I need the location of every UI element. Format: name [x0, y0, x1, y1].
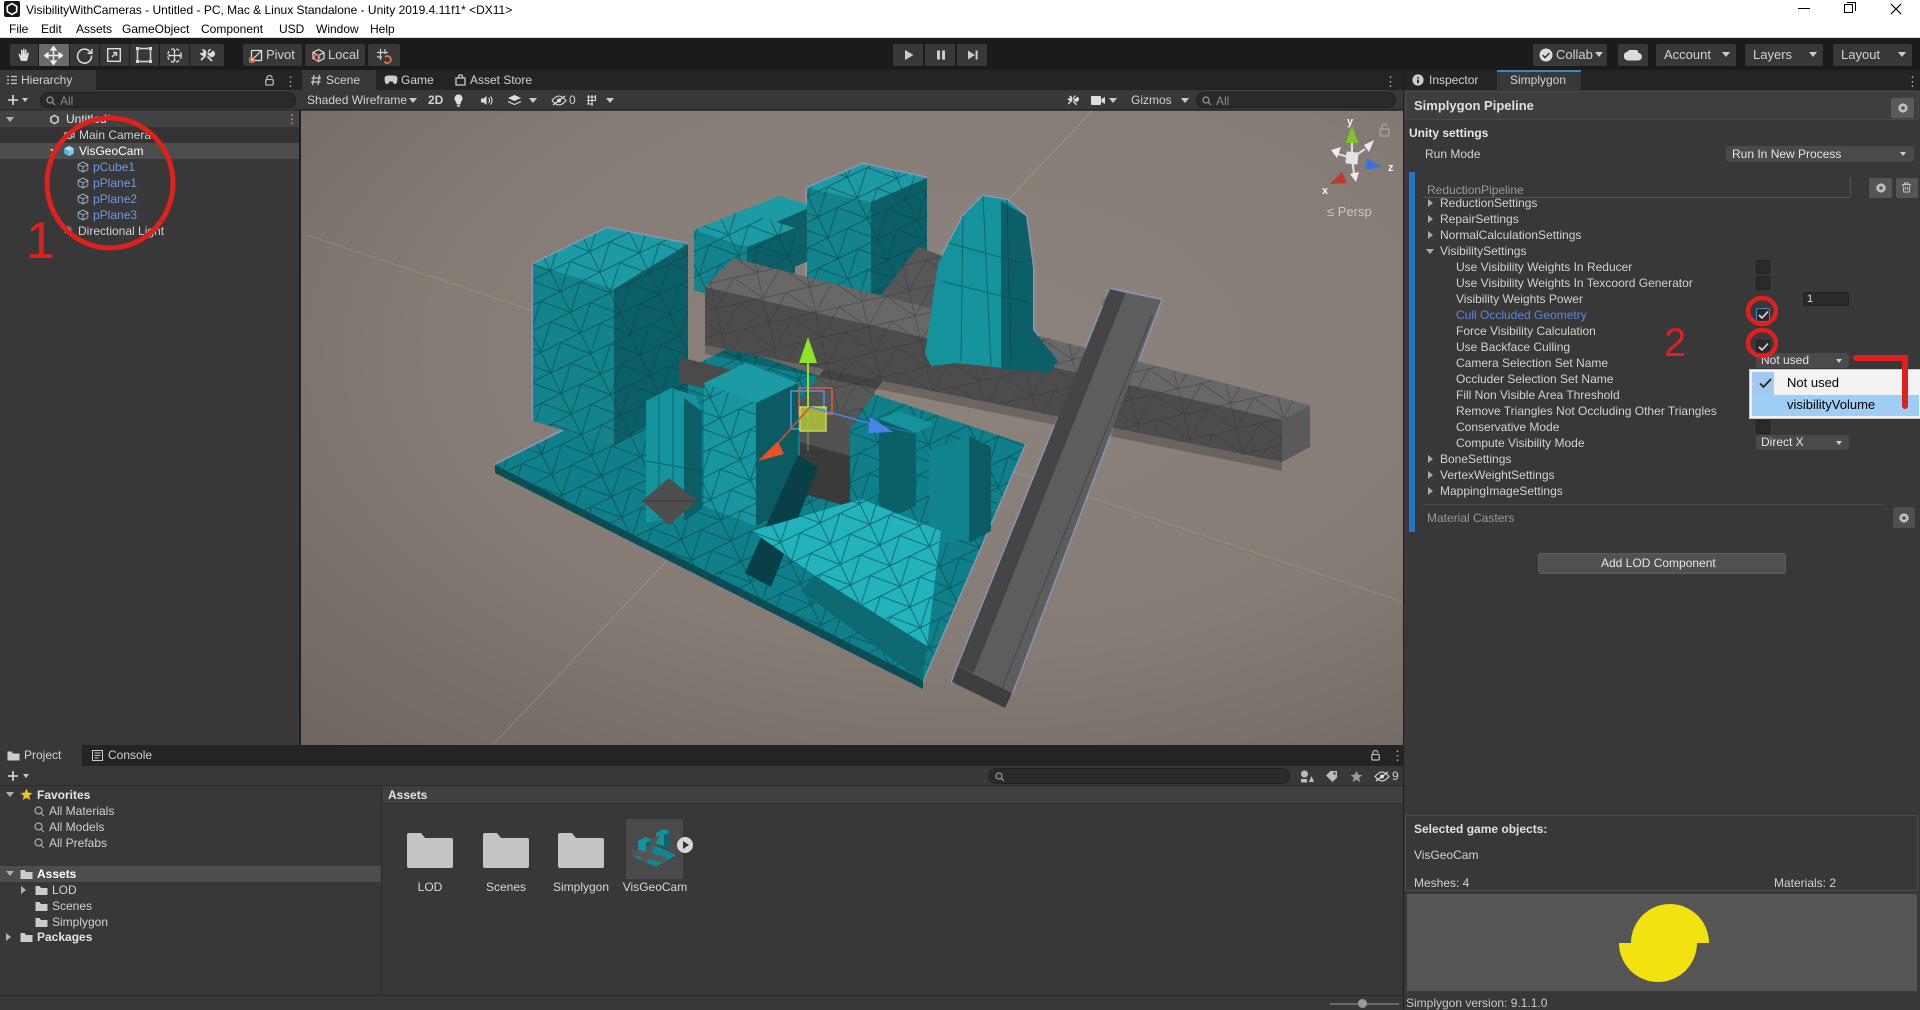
- svg-text:≤ Persp: ≤ Persp: [1327, 204, 1372, 219]
- svg-text:x: x: [1322, 185, 1329, 197]
- svg-text:z: z: [1388, 162, 1394, 174]
- svg-text:1: 1: [26, 212, 55, 270]
- svg-text:y: y: [1347, 116, 1354, 128]
- svg-text:2: 2: [1664, 321, 1686, 365]
